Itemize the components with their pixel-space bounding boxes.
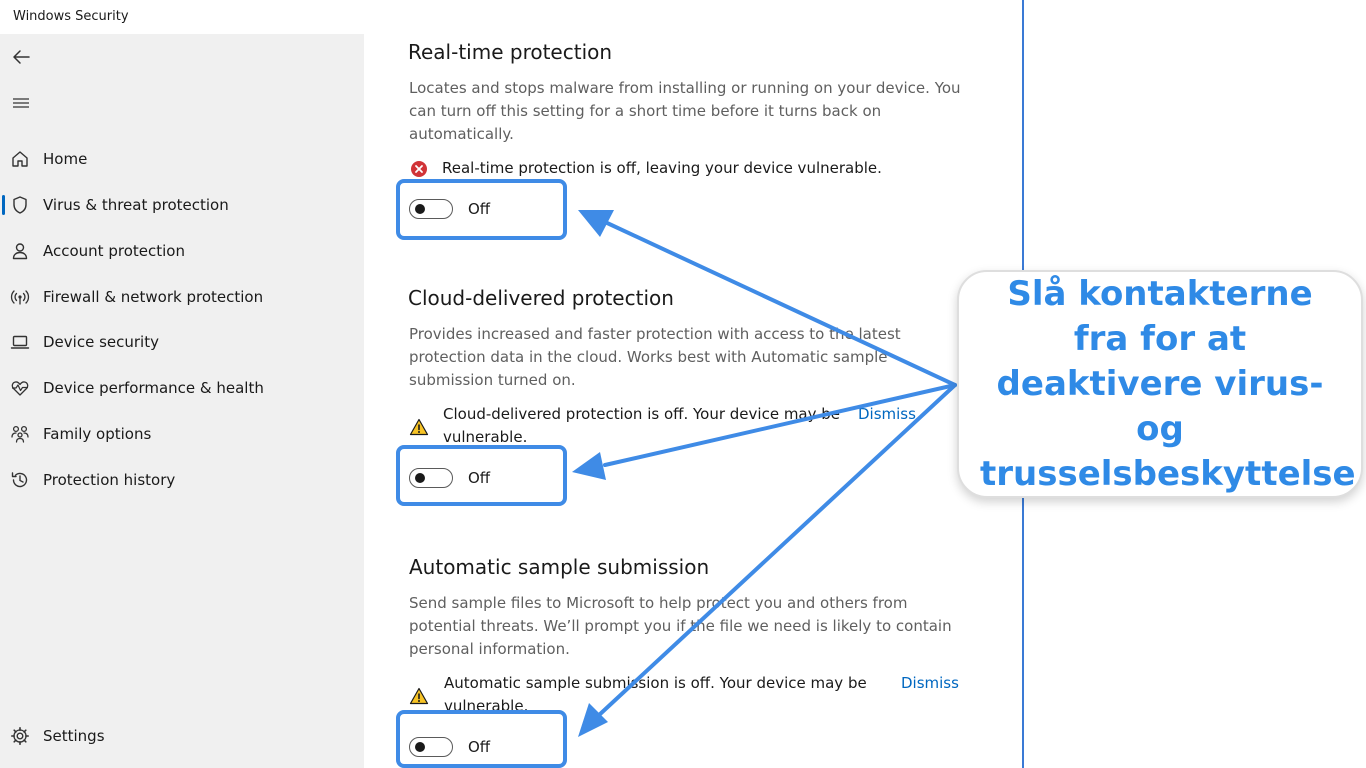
dismiss-link[interactable]: Dismiss xyxy=(858,405,916,423)
status-message: Real-time protection is off, leaving you… xyxy=(442,159,882,177)
shield-icon xyxy=(13,196,27,214)
title-bar: Windows Security xyxy=(0,0,1022,34)
laptop-icon xyxy=(10,335,30,349)
back-button[interactable] xyxy=(6,42,36,72)
warning-icon xyxy=(409,687,429,705)
sidebar-item-label: Home xyxy=(43,150,88,168)
family-icon xyxy=(11,425,29,443)
menu-button[interactable] xyxy=(6,88,36,118)
person-icon xyxy=(12,243,28,260)
sidebar-item-label: Protection history xyxy=(43,471,176,489)
section-title: Cloud-delivered protection xyxy=(408,286,674,310)
heart-pulse-icon xyxy=(11,381,29,396)
sidebar-item-label: Device security xyxy=(43,333,159,351)
sidebar-item-label: Virus & threat protection xyxy=(43,196,229,214)
sidebar-item-label: Family options xyxy=(43,425,152,443)
sidebar-item-label: Account protection xyxy=(43,242,185,260)
sidebar-item-home[interactable]: Home xyxy=(0,139,364,179)
sidebar-item-label: Firewall & network protection xyxy=(43,288,264,306)
section-title: Automatic sample submission xyxy=(409,555,710,579)
sidebar-item-protection-history[interactable]: Protection history xyxy=(0,460,364,500)
hamburger-icon xyxy=(13,98,29,108)
sidebar-item-family-options[interactable]: Family options xyxy=(0,414,364,454)
highlight-box xyxy=(396,710,567,768)
wifi-antenna-icon xyxy=(10,290,30,305)
error-icon xyxy=(411,161,427,177)
gear-icon xyxy=(11,727,29,745)
sidebar-item-label: Settings xyxy=(43,727,105,745)
section-description: Provides increased and faster protection… xyxy=(409,325,901,389)
callout-text: Slå kontakterne fra for at deaktivere vi… xyxy=(980,273,1356,494)
app-title: Windows Security xyxy=(13,9,129,24)
annotation-callout: Slå kontakterne fra for at deaktivere vi… xyxy=(957,270,1363,498)
sidebar-item-firewall-network[interactable]: Firewall & network protection xyxy=(0,277,364,317)
section-title: Real-time protection xyxy=(408,40,613,64)
section-description: Send sample files to Microsoft to help p… xyxy=(409,594,952,658)
home-icon xyxy=(12,151,28,167)
highlight-box xyxy=(396,445,567,506)
sidebar-item-device-performance[interactable]: Device performance & health xyxy=(0,368,364,408)
sidebar-item-virus-threat-protection[interactable]: Virus & threat protection xyxy=(0,185,364,225)
dismiss-link[interactable]: Dismiss xyxy=(901,674,959,692)
back-arrow-icon xyxy=(13,50,30,64)
sidebar-item-settings[interactable]: Settings xyxy=(0,716,364,756)
sidebar: Home Virus & threat protection Account p… xyxy=(0,34,364,768)
highlight-box xyxy=(396,179,567,240)
sidebar-item-account-protection[interactable]: Account protection xyxy=(0,231,364,271)
warning-icon xyxy=(409,418,429,436)
sidebar-item-label: Device performance & health xyxy=(43,379,264,397)
sidebar-item-device-security[interactable]: Device security xyxy=(0,322,364,362)
main-content: Real-time protection Locates and stops m… xyxy=(364,34,1022,768)
section-description: Locates and stops malware from installin… xyxy=(409,79,961,143)
status-message: Cloud-delivered protection is off. Your … xyxy=(443,405,841,446)
history-icon xyxy=(11,472,28,488)
